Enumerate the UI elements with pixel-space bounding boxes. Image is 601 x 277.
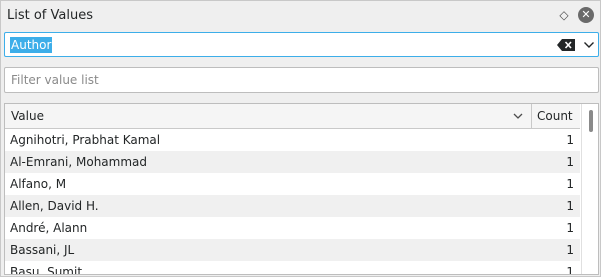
table-row[interactable]: Al-Emrani, Mohammad 1	[5, 151, 580, 173]
scrollbar-handle[interactable]	[589, 110, 593, 132]
panel-title: List of Values	[7, 8, 93, 23]
filter-value-list[interactable]	[4, 67, 599, 93]
cell-count: 1	[566, 243, 574, 257]
close-icon[interactable]: ✕	[578, 7, 594, 23]
table-row[interactable]: Basu, Sumit 1	[5, 261, 580, 275]
cell-value: Al-Emrani, Mohammad	[10, 155, 148, 169]
table-header: Value Count	[5, 104, 580, 129]
cell-value: André, Alann	[10, 221, 88, 235]
cell-value: Alfano, M	[10, 177, 67, 191]
cell-count: 1	[566, 199, 574, 213]
cell-count: 1	[566, 155, 574, 169]
filter-input[interactable]	[5, 68, 598, 92]
values-table: Value Count Agnihotri, Prabhat Kamal 1 A…	[4, 103, 599, 275]
column-header-count[interactable]: Count	[532, 104, 580, 128]
table-row[interactable]: André, Alann 1	[5, 217, 580, 239]
table-body: Agnihotri, Prabhat Kamal 1 Al-Emrani, Mo…	[5, 129, 580, 275]
chevron-down-icon	[513, 113, 523, 119]
diamond-float-icon[interactable]: ◇	[558, 8, 570, 22]
cell-count: 1	[566, 265, 574, 275]
table-row[interactable]: Alfano, M 1	[5, 173, 580, 195]
column-header-count-label: Count	[537, 109, 573, 123]
cell-value: Basu, Sumit	[10, 265, 83, 275]
cell-count: 1	[566, 133, 574, 147]
list-of-values-panel: List of Values ◇ ✕ Author Value Count	[0, 0, 601, 277]
table-row[interactable]: Agnihotri, Prabhat Kamal 1	[5, 129, 580, 151]
cell-count: 1	[566, 177, 574, 191]
table-row[interactable]: Bassani, JL 1	[5, 239, 580, 261]
column-header-value-label: Value	[11, 109, 44, 123]
vertical-scrollbar[interactable]	[581, 104, 598, 274]
table-row[interactable]: Allen, David H. 1	[5, 195, 580, 217]
cell-value: Allen, David H.	[10, 199, 99, 213]
chevron-down-icon[interactable]	[583, 39, 595, 51]
cell-value: Bassani, JL	[10, 243, 75, 257]
cell-count: 1	[566, 221, 574, 235]
field-selector-value[interactable]: Author	[10, 37, 53, 53]
panel-title-bar: List of Values ◇ ✕	[1, 1, 600, 31]
field-selector-combo[interactable]: Author	[4, 32, 599, 57]
cell-value: Agnihotri, Prabhat Kamal	[10, 133, 161, 147]
clear-icon[interactable]	[557, 39, 575, 51]
column-header-value[interactable]: Value	[5, 104, 532, 128]
